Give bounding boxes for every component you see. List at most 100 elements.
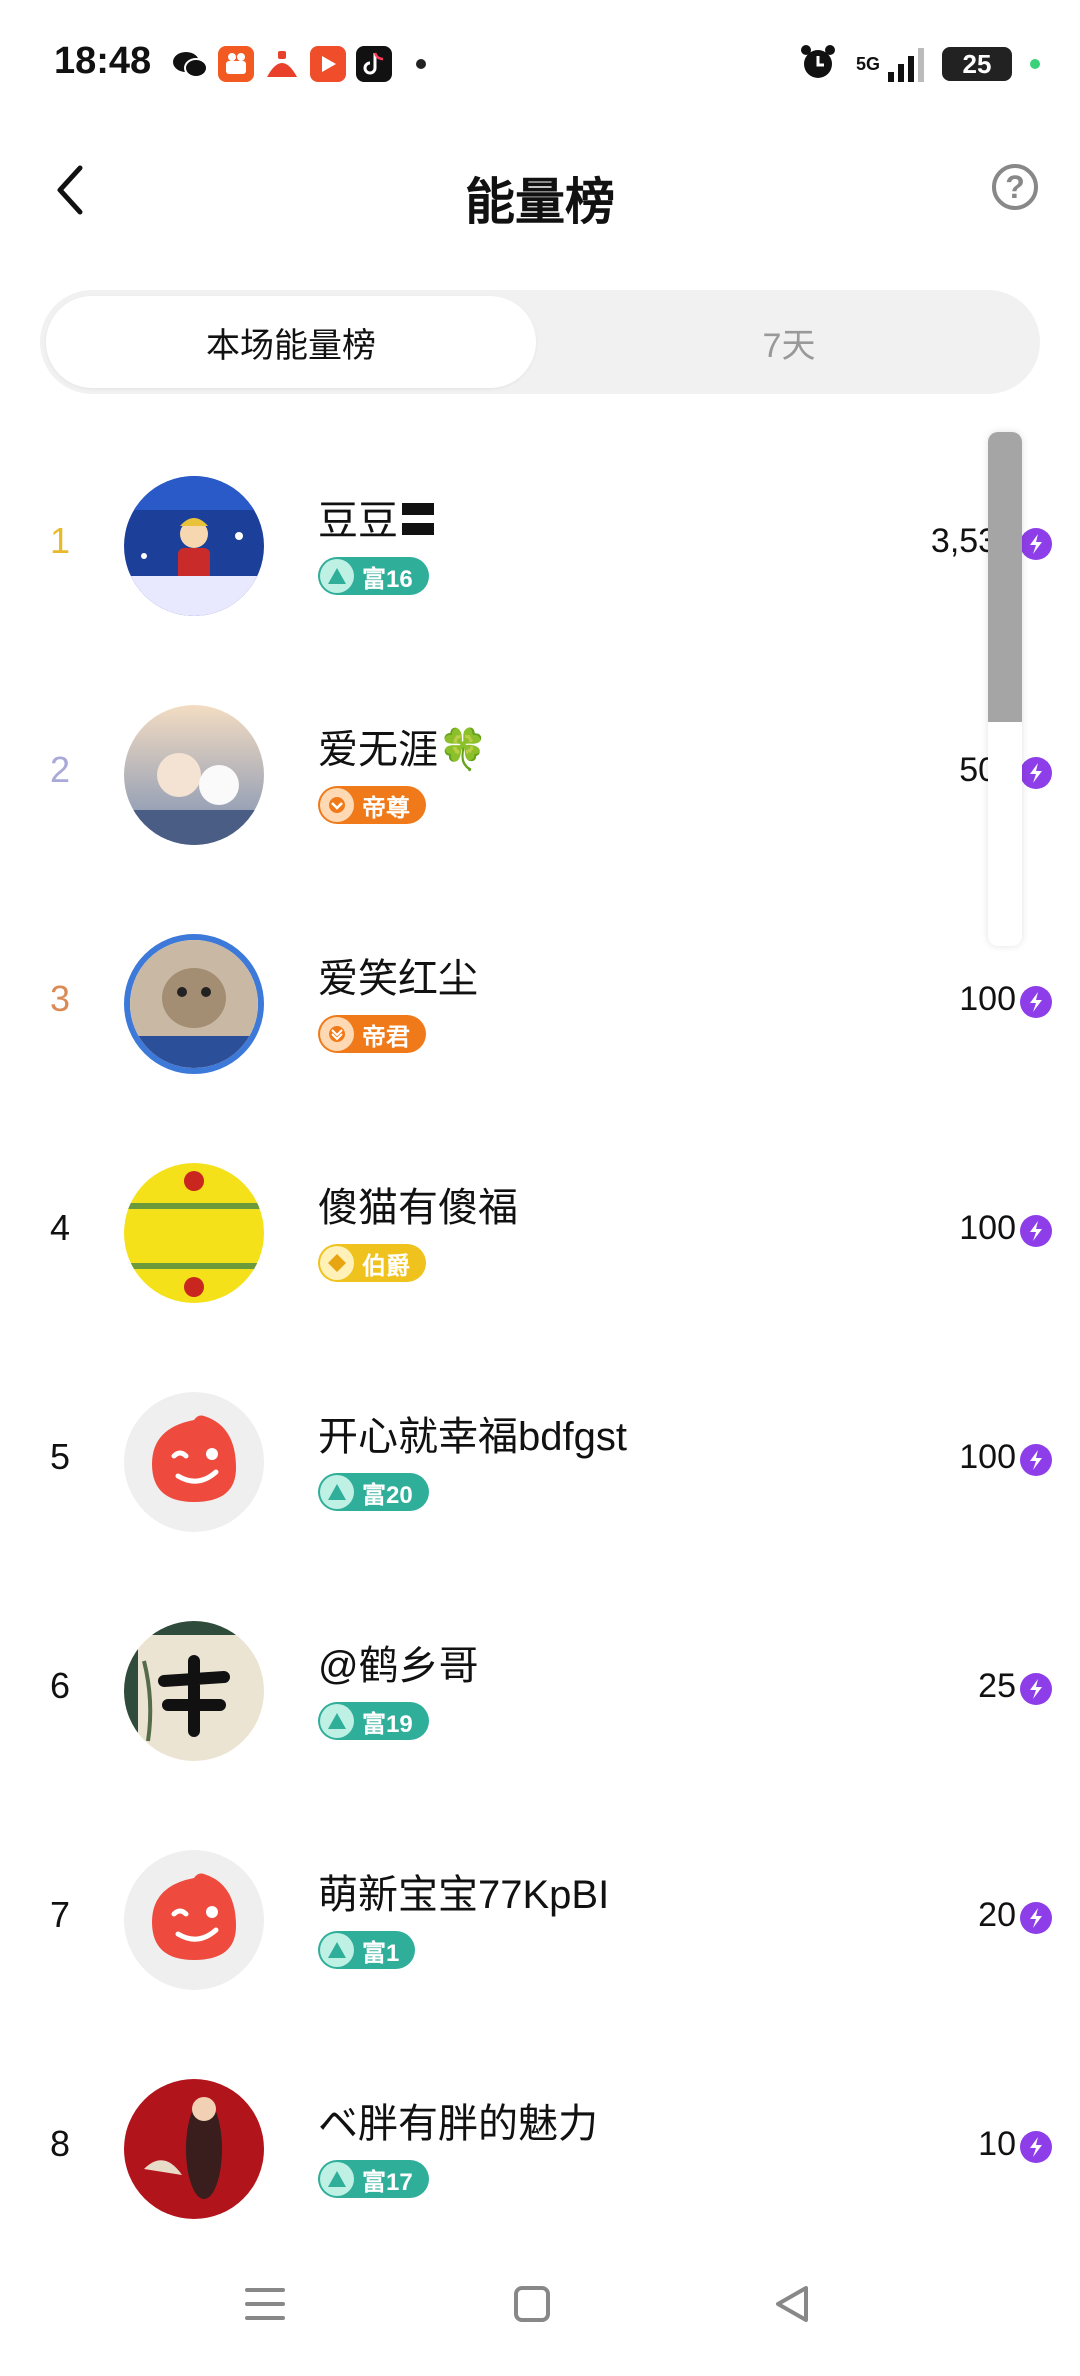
help-button[interactable]: ? xyxy=(992,164,1038,210)
ranking-list: 1 豆豆〓 富16 3,530 2 爱无涯🍀 帝尊 500 3 爱笑红尘 xyxy=(0,432,1080,2264)
rank-number: 4 xyxy=(49,1207,71,1248)
wealth-badge: 富17 xyxy=(318,2160,429,2198)
user-name[interactable]: 爱无涯🍀 xyxy=(318,717,488,775)
user-name[interactable]: 傻猫有傻福 xyxy=(318,1175,518,1233)
user-name[interactable]: 萌新宝宝77KpBI xyxy=(318,1862,609,1920)
energy-bolt-icon xyxy=(1020,757,1052,789)
page-title: 能量榜 xyxy=(465,174,615,230)
list-item[interactable]: 2 爱无涯🍀 帝尊 500 xyxy=(0,661,1080,890)
list-item[interactable]: 3 爱笑红尘 帝君 100 xyxy=(0,890,1080,1119)
back-triangle-icon xyxy=(776,2286,808,2322)
wealth-badge: 富16 xyxy=(318,557,429,595)
wealth-badge: 富20 xyxy=(318,1473,429,1511)
rank-number: 5 xyxy=(49,1436,71,1477)
avatar[interactable] xyxy=(124,1621,264,1761)
system-nav-bar xyxy=(0,2240,1080,2376)
badge-label: 伯爵 xyxy=(362,1252,410,1280)
user-name[interactable]: @鹤乡哥 xyxy=(318,1633,479,1691)
avatar[interactable] xyxy=(124,476,264,616)
page-header: 能量榜 ? xyxy=(0,130,1080,250)
noble-badge: 伯爵 xyxy=(318,1244,426,1282)
tab-current-session[interactable]: 本场能量榜 xyxy=(46,296,536,388)
energy-bolt-icon xyxy=(1020,528,1052,560)
energy-bolt-icon xyxy=(1020,1215,1052,1247)
system-status: 5G 25 xyxy=(798,42,1040,86)
energy-bolt-icon xyxy=(1020,1444,1052,1476)
badge-label: 富16 xyxy=(362,565,413,593)
energy-bolt-icon xyxy=(1020,2131,1052,2163)
notification-icons xyxy=(172,44,426,84)
ranking-tabs: 本场能量榜 7天 xyxy=(40,290,1040,394)
user-name[interactable]: 开心就幸福bdfgst xyxy=(318,1404,627,1462)
avatar[interactable] xyxy=(124,2079,264,2219)
battery-icon: 25 xyxy=(942,47,1012,81)
list-item[interactable]: 4 傻猫有傻福 伯爵 100 xyxy=(0,1119,1080,1348)
emperor-level-icon xyxy=(320,788,354,822)
badge-label: 富1 xyxy=(362,1939,400,1967)
list-item[interactable]: 5 开心就幸福bdfgst 富20 100 xyxy=(0,1348,1080,1577)
energy-score: 25 xyxy=(978,1667,1016,1705)
rank-number: 6 xyxy=(49,1665,71,1706)
badge-label: 富19 xyxy=(362,1710,413,1738)
user-name[interactable]: ベ胖有胖的魅力 xyxy=(318,2091,598,2149)
wechat-icon xyxy=(172,46,208,82)
user-name[interactable]: 豆豆〓 xyxy=(318,488,438,546)
emperor-badge: 帝尊 xyxy=(318,786,426,824)
more-notifications-dot xyxy=(416,59,426,69)
question-circle-icon: ? xyxy=(1005,168,1025,205)
home-button[interactable] xyxy=(502,2274,562,2334)
badge-label: 帝尊 xyxy=(362,794,410,822)
default-avatar-icon xyxy=(152,1873,236,1960)
rank-number: 8 xyxy=(49,2123,71,2164)
back-nav-button[interactable] xyxy=(762,2274,822,2334)
home-square-icon xyxy=(514,2286,550,2322)
wealth-level-icon xyxy=(320,559,354,593)
alarm-icon xyxy=(798,42,838,87)
wealth-level-icon xyxy=(320,1704,354,1738)
badge-label: 富17 xyxy=(362,2168,413,2196)
wealth-badge: 富19 xyxy=(318,1702,429,1740)
avatar[interactable] xyxy=(124,1392,264,1532)
list-item[interactable]: 6 @鹤乡哥 富19 25 xyxy=(0,1577,1080,1806)
tiktok-icon xyxy=(356,46,392,82)
emperor-level-icon xyxy=(320,1017,354,1051)
menu-icon xyxy=(245,2288,285,2320)
rank-number: 3 xyxy=(49,978,71,1019)
energy-bolt-icon xyxy=(1020,1673,1052,1705)
default-avatar-icon xyxy=(152,1415,236,1502)
menu-button[interactable] xyxy=(235,2274,295,2334)
energy-bolt-icon xyxy=(1020,1902,1052,1934)
kuaishou-icon xyxy=(218,46,254,82)
energy-bolt-icon xyxy=(1020,986,1052,1018)
status-time: 18:48 xyxy=(54,40,152,82)
avatar[interactable] xyxy=(124,705,264,845)
rank-number: 1 xyxy=(49,520,71,561)
charging-dot xyxy=(1030,59,1040,69)
noble-level-icon xyxy=(320,1246,354,1280)
wealth-level-icon xyxy=(320,2162,354,2196)
rank-number: 7 xyxy=(49,1894,71,1935)
network-label: 5G xyxy=(855,53,880,74)
energy-score: 10 xyxy=(978,2125,1016,2163)
video-app-icon xyxy=(310,46,346,82)
energy-score: 100 xyxy=(959,1209,1016,1247)
energy-score: 20 xyxy=(978,1896,1016,1934)
scrollbar[interactable] xyxy=(988,432,1022,946)
rank-number: 2 xyxy=(49,749,71,790)
badge-label: 富20 xyxy=(362,1481,413,1509)
battery-level: 25 xyxy=(962,48,992,79)
avatar[interactable] xyxy=(124,934,264,1074)
energy-score: 100 xyxy=(959,980,1016,1018)
energy-score: 100 xyxy=(959,1438,1016,1476)
scrollbar-thumb[interactable] xyxy=(988,432,1022,722)
list-item[interactable]: 7 萌新宝宝77KpBI 富1 20 xyxy=(0,1806,1080,2035)
list-item[interactable]: 8 ベ胖有胖的魅力 富17 10 xyxy=(0,2035,1080,2264)
list-item[interactable]: 1 豆豆〓 富16 3,530 xyxy=(0,432,1080,661)
tab-7-days[interactable]: 7天 xyxy=(544,296,1034,388)
avatar[interactable] xyxy=(124,1850,264,1990)
red-app-icon xyxy=(264,46,300,82)
user-name[interactable]: 爱笑红尘 xyxy=(318,946,478,1004)
avatar[interactable] xyxy=(124,1163,264,1303)
badge-label: 帝君 xyxy=(362,1023,410,1051)
wealth-level-icon xyxy=(320,1475,354,1509)
